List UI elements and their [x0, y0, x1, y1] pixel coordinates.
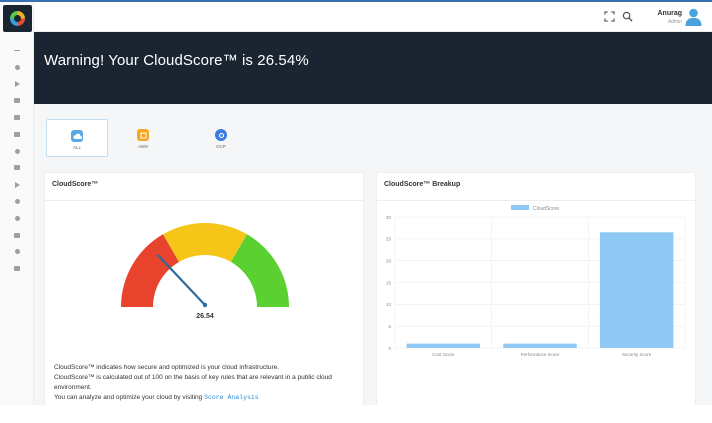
- sidebar: [0, 2, 34, 423]
- x-tick-label: Security Score: [622, 352, 652, 357]
- gauge-needle: [156, 254, 207, 307]
- y-tick-label: 10: [386, 302, 392, 307]
- x-tick-label: Cost Score: [432, 352, 455, 357]
- y-tick-label: 30: [386, 215, 392, 220]
- tab-aws[interactable]: AWS: [112, 119, 174, 157]
- y-tick-label: 20: [386, 258, 392, 263]
- bar-security-score[interactable]: [599, 232, 674, 348]
- tab-gcp-label: GCP: [216, 144, 226, 149]
- expand-icon[interactable]: [604, 11, 615, 22]
- cloudscore-gauge: [121, 223, 289, 308]
- bar-performance-score[interactable]: [503, 343, 577, 348]
- description-link-line: You can analyze and optimize your cloud …: [54, 393, 354, 403]
- search-icon[interactable]: [622, 11, 633, 22]
- x-tick-label: Performance Score: [521, 352, 560, 357]
- cloud-icon: [71, 130, 83, 142]
- inventory-icon[interactable]: [0, 92, 34, 109]
- sidebar-nav: [0, 42, 34, 277]
- share-icon[interactable]: [0, 176, 34, 193]
- legend-swatch: [511, 205, 529, 210]
- description-line-1: CloudScore™ indicates how secure and opt…: [54, 364, 280, 371]
- legend-label: CloudScore: [533, 206, 559, 212]
- tab-all-label: ALL: [72, 145, 81, 150]
- cloudscore-card: CloudScore™ 26.54 CloudScore™ indicates …: [44, 172, 364, 406]
- list-icon[interactable]: [0, 109, 34, 126]
- logo-ring-icon: [10, 11, 25, 26]
- breakup-bar-chart: CloudScore 0 5 10 15 20 25 30 Cost Score Performa…: [386, 205, 686, 357]
- divider-icon: [0, 42, 34, 59]
- warning-text: Warning! Your CloudScore™ is 26.54%: [44, 52, 309, 69]
- card-divider: [45, 200, 363, 201]
- page-bottom-edge: [0, 405, 712, 423]
- grid-icon[interactable]: [0, 260, 34, 277]
- y-tick-label: 25: [386, 237, 392, 242]
- warning-banner: Warning! Your CloudScore™ is 26.54%: [34, 32, 712, 104]
- menu-icon[interactable]: [0, 126, 34, 143]
- filter-icon[interactable]: [0, 227, 34, 244]
- aws-icon: [137, 129, 149, 141]
- breakup-card-title: CloudScore™ Breakup: [384, 181, 461, 188]
- support-icon[interactable]: [0, 244, 34, 261]
- top-header: Anurag Admin: [34, 2, 712, 32]
- dashboard-icon[interactable]: [0, 59, 34, 76]
- bell-icon[interactable]: [0, 210, 34, 227]
- score-analysis-link[interactable]: Score Analysis: [204, 394, 259, 401]
- gauge-value: 26.54: [196, 313, 214, 320]
- y-tick-label: 15: [386, 280, 392, 285]
- user-role: Admin: [667, 19, 682, 25]
- link-prefix: You can analyze and optimize your cloud …: [54, 394, 203, 401]
- play-icon[interactable]: [0, 76, 34, 93]
- tab-gcp[interactable]: GCP: [190, 119, 252, 157]
- settings-icon[interactable]: [0, 193, 34, 210]
- server-icon[interactable]: [0, 160, 34, 177]
- tab-all[interactable]: ALL: [46, 119, 108, 157]
- user-avatar-icon[interactable]: [685, 7, 702, 26]
- bar-cost-score[interactable]: [406, 343, 481, 348]
- cloudscore-card-title: CloudScore™: [52, 181, 99, 188]
- gcp-icon: [215, 129, 227, 141]
- gauge-needle-hub: [202, 302, 208, 308]
- globe-icon[interactable]: [0, 143, 34, 160]
- y-tick-label: 0: [388, 346, 391, 351]
- tab-aws-label: AWS: [137, 144, 149, 149]
- app-logo[interactable]: [3, 5, 32, 32]
- cloudscore-breakup-card: CloudScore™ Breakup CloudScore 0 5 10 15 20 25…: [376, 172, 696, 406]
- description-line-2: CloudScore™ is calculated out of 100 on …: [54, 374, 332, 391]
- user-name[interactable]: Anurag: [642, 10, 683, 17]
- cloudscore-description: CloudScore™ indicates how secure and opt…: [54, 363, 354, 403]
- y-tick-label: 5: [388, 324, 391, 329]
